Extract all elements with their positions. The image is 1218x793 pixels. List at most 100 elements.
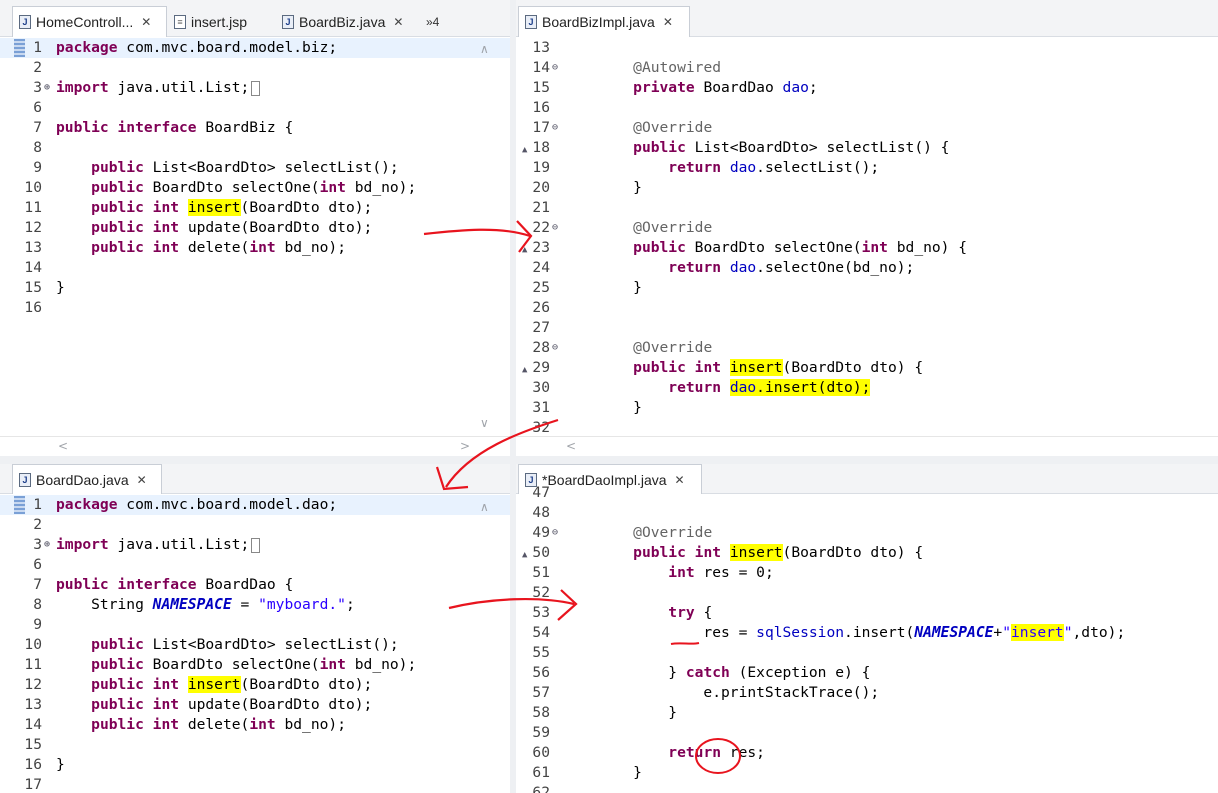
folded-code-icon[interactable]: □ [251,538,260,553]
horizontal-scrollbar[interactable]: < > [0,436,510,456]
scroll-left-icon[interactable]: < [58,439,68,453]
code-text[interactable]: public List<BoardDto> selectList() { [598,138,949,158]
scroll-left-icon[interactable]: < [566,439,576,453]
code-editor[interactable]: 47 48 49 ⊖ @Override ▲ 50 public int insert(B… [516,482,1218,793]
code-line[interactable]: 12 public int insert(BoardDto dto); [0,675,510,695]
code-line[interactable]: 25 } [516,278,1218,298]
horizontal-sash[interactable] [0,456,1218,464]
code-text[interactable]: public int update(BoardDto dto); [56,695,372,715]
code-line[interactable]: 55 [516,643,1218,663]
code-line[interactable]: 14 ⊖ @Autowired [516,58,1218,78]
code-line[interactable]: 27 [516,318,1218,338]
code-line[interactable]: 49 ⊖ @Override [516,523,1218,543]
tab-insert-jsp[interactable]: ≡ insert.jsp [168,6,272,37]
scroll-down-icon[interactable]: ∨ [480,416,489,430]
code-line[interactable]: ▲ 50 public int insert(BoardDto dto) { [516,543,1218,563]
folded-code-icon[interactable]: □ [251,81,260,96]
code-line[interactable]: 14 public int delete(int bd_no); [0,715,510,735]
tab-overflow-button[interactable]: »4 [420,6,460,37]
code-line[interactable]: 17 [0,775,510,793]
code-line[interactable]: 7 public interface BoardDao { [0,575,510,595]
code-editor[interactable]: 1 package com.mvc.board.model.biz; 2 3 ⊕ impo… [0,37,510,456]
code-line[interactable]: 13 public int update(BoardDto dto); [0,695,510,715]
code-line[interactable]: 13 public int delete(int bd_no); [0,238,510,258]
code-line[interactable]: 48 [516,503,1218,523]
code-text[interactable]: } [56,278,65,298]
code-text[interactable]: package com.mvc.board.model.biz; [56,38,337,58]
horizontal-scrollbar[interactable]: < [516,436,1218,456]
code-text[interactable]: @Override [598,218,712,238]
code-line[interactable]: 30 return dao.insert(dto); [516,378,1218,398]
code-line[interactable]: 53 try { [516,603,1218,623]
code-line[interactable]: 14 [0,258,510,278]
code-line[interactable]: 12 public int update(BoardDto dto); [0,218,510,238]
code-line[interactable]: 56 } catch (Exception e) { [516,663,1218,683]
fold-collapse-icon[interactable]: ⊖ [552,218,558,238]
code-line[interactable]: 2 [0,58,510,78]
code-text[interactable]: @Override [598,338,712,358]
scroll-up-icon[interactable]: ∧ [480,42,489,56]
code-line[interactable]: 10 public List<BoardDto> selectList(); [0,635,510,655]
code-line[interactable]: 62 [516,783,1218,793]
code-text[interactable]: public List<BoardDto> selectList(); [56,635,399,655]
vertical-scrollbar[interactable]: ∧ [480,500,494,790]
code-text[interactable]: public interface BoardDao { [56,575,293,595]
code-line[interactable]: 54 res = sqlSession.insert(NAMESPACE+"in… [516,623,1218,643]
code-text[interactable]: public int insert(BoardDto dto) { [598,358,923,378]
code-line[interactable]: 8 [0,138,510,158]
code-text[interactable]: e.printStackTrace(); [598,683,879,703]
code-line[interactable]: 8 String NAMESPACE = "myboard."; [0,595,510,615]
code-line[interactable]: 9 public List<BoardDto> selectList(); [0,158,510,178]
close-icon[interactable]: ✕ [663,15,673,29]
code-line[interactable]: 16} [0,755,510,775]
code-text[interactable]: } [598,178,642,198]
code-line[interactable]: 6 [0,98,510,118]
fold-expand-icon[interactable]: ⊕ [44,78,50,98]
code-line[interactable]: 60 return res; [516,743,1218,763]
code-text[interactable]: return dao.insert(dto); [598,378,871,398]
code-text[interactable]: } [598,398,642,418]
code-line[interactable]: 17 ⊖ @Override [516,118,1218,138]
code-text[interactable]: try { [598,603,712,623]
code-line[interactable]: ▲ 18 public List<BoardDto> selectList() { [516,138,1218,158]
code-line[interactable]: 13 [516,38,1218,58]
code-line[interactable]: 10 public BoardDto selectOne(int bd_no); [0,178,510,198]
code-line[interactable]: 61 } [516,763,1218,783]
code-line[interactable]: 15 [0,735,510,755]
code-line[interactable]: 47 [516,483,1218,503]
code-text[interactable]: public int update(BoardDto dto); [56,218,372,238]
code-line[interactable]: 9 [0,615,510,635]
code-line[interactable]: 11 public int insert(BoardDto dto); [0,198,510,218]
code-text[interactable]: } catch (Exception e) { [598,663,870,683]
scroll-right-icon[interactable]: > [460,439,470,453]
code-line[interactable]: 21 [516,198,1218,218]
code-text[interactable]: return dao.selectList(); [598,158,879,178]
scroll-up-icon[interactable]: ∧ [480,500,489,514]
code-text[interactable]: public BoardDto selectOne(int bd_no); [56,655,416,675]
code-line[interactable]: 7 public interface BoardBiz { [0,118,510,138]
code-line[interactable]: 57 e.printStackTrace(); [516,683,1218,703]
code-text[interactable]: import java.util.List;□ [56,78,260,99]
code-line[interactable]: ▲ 29 public int insert(BoardDto dto) { [516,358,1218,378]
code-line[interactable]: 31 } [516,398,1218,418]
fold-collapse-icon[interactable]: ⊖ [552,338,558,358]
code-line[interactable]: 22 ⊖ @Override [516,218,1218,238]
code-text[interactable]: public BoardDto selectOne(int bd_no); [56,178,416,198]
code-text[interactable]: public int delete(int bd_no); [56,238,346,258]
close-icon[interactable]: ✕ [393,15,403,29]
code-line[interactable]: 16 [0,298,510,318]
code-line[interactable]: 3⊕ import java.util.List;□ [0,535,510,555]
code-line[interactable]: 16 [516,98,1218,118]
code-text[interactable]: public int delete(int bd_no); [56,715,346,735]
code-line[interactable]: 24 return dao.selectOne(bd_no); [516,258,1218,278]
code-text[interactable]: int res = 0; [598,563,773,583]
code-text[interactable]: res = sqlSession.insert(NAMESPACE+"inser… [598,623,1125,643]
code-line[interactable]: 20 } [516,178,1218,198]
tab-boardbizimpl[interactable]: J BoardBizImpl.java ✕ [518,6,690,37]
code-line[interactable]: ▲ 23 public BoardDto selectOne(int bd_no)… [516,238,1218,258]
close-icon[interactable]: ✕ [141,15,151,29]
code-text[interactable]: String NAMESPACE = "myboard."; [56,595,355,615]
code-text[interactable]: } [598,763,642,783]
code-text[interactable]: private BoardDao dao; [598,78,818,98]
fold-collapse-icon[interactable]: ⊖ [552,523,558,543]
